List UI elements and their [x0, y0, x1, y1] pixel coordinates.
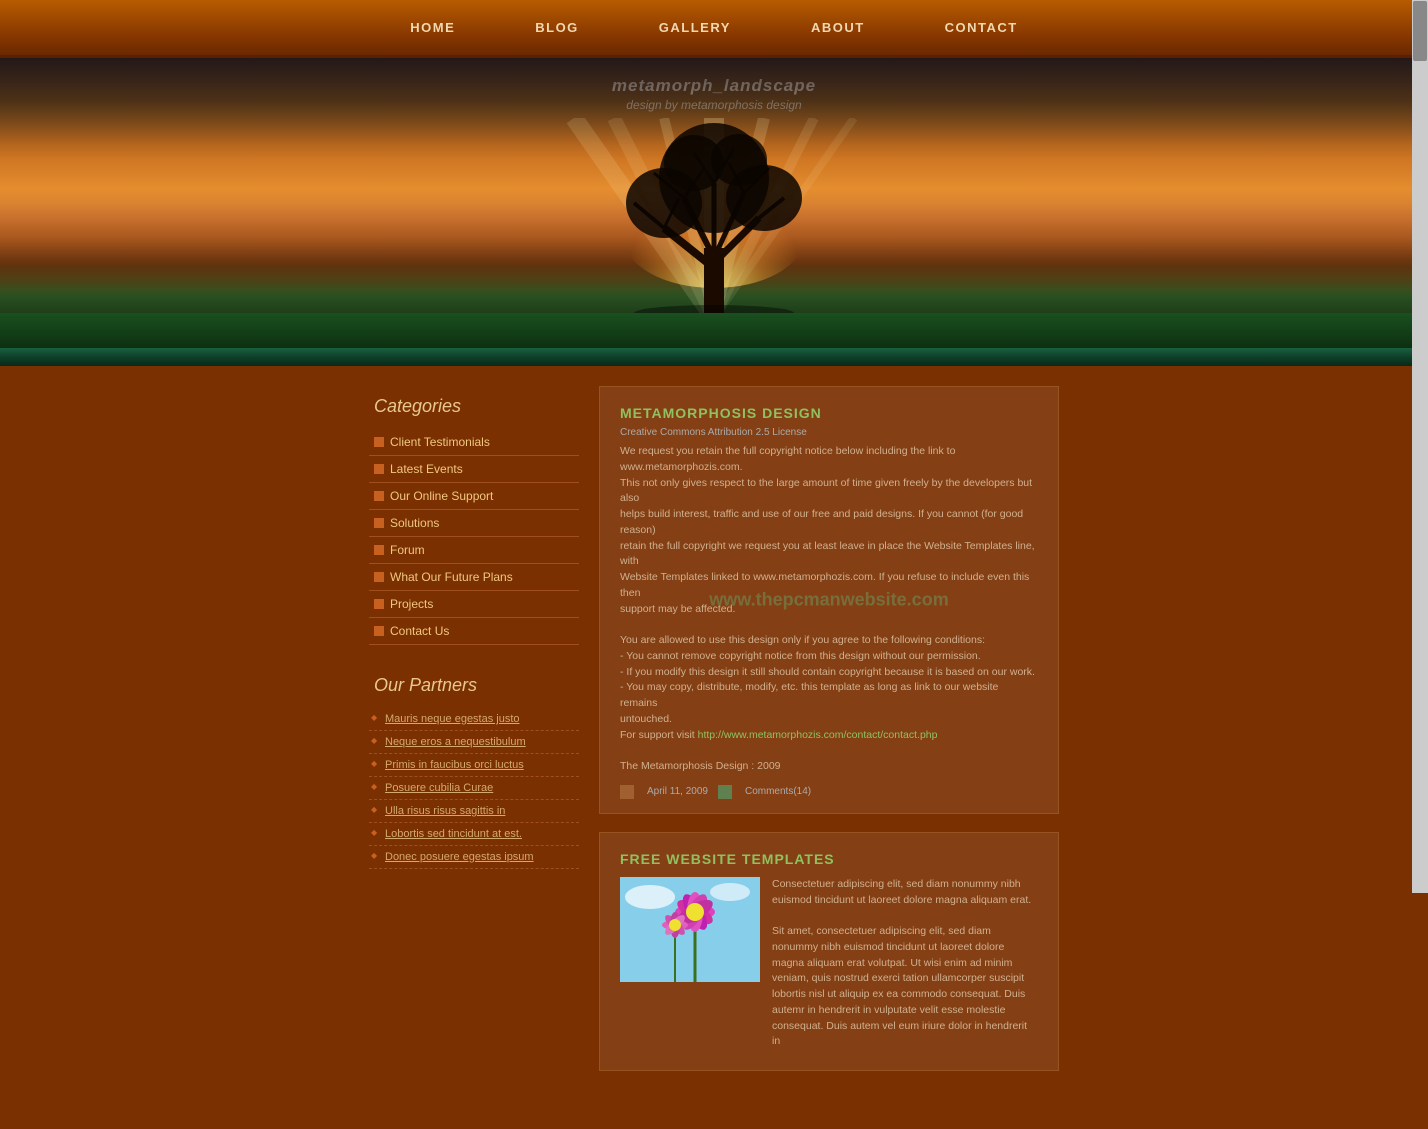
list-item[interactable]: Our Online Support: [369, 483, 579, 510]
nav-bar: HOME BLOG GALLERY ABOUT CONTACT: [0, 0, 1428, 58]
post-footer: April 11, 2009 Comments(14): [620, 785, 1038, 799]
list-item[interactable]: Lobortis sed tincidunt at est.: [369, 823, 579, 846]
partner-link[interactable]: Mauris neque egestas justo: [385, 713, 520, 725]
cc-text: Creative Commons Attribution 2.5 License: [620, 427, 807, 438]
categories-title: Categories: [369, 396, 579, 417]
tree-silhouette: [604, 118, 824, 318]
list-item[interactable]: Mauris neque egestas justo: [369, 708, 579, 731]
free-tpl-row: Consectetuer adipiscing elit, sed diam n…: [620, 877, 1038, 1056]
teal-separator: [0, 348, 1428, 366]
post-comments[interactable]: Comments(14): [745, 786, 811, 797]
nav-about[interactable]: ABOUT: [811, 20, 865, 35]
partners-list: Mauris neque egestas justo Neque eros a …: [369, 708, 579, 869]
post-date: April 11, 2009: [647, 786, 708, 797]
bullet-icon: [374, 626, 384, 636]
list-item[interactable]: Latest Events: [369, 456, 579, 483]
bullet-icon: [374, 491, 384, 501]
list-item[interactable]: Contact Us: [369, 618, 579, 645]
nav-gallery[interactable]: GALLERY: [659, 20, 731, 35]
scrollbar-track[interactable]: [1412, 0, 1428, 893]
ground-strip: [0, 313, 1428, 348]
free-tpl-text: Consectetuer adipiscing elit, sed diam n…: [772, 877, 1038, 1050]
nav-contact[interactable]: CONTACT: [945, 20, 1018, 35]
content-area: www.thepcmanwebsite.com METAMORPHOSIS DE…: [599, 386, 1059, 1089]
bullet-icon: [374, 572, 384, 582]
free-tpl-title: FREE WEBSITE TEMPLATES: [620, 851, 1038, 867]
list-item[interactable]: What Our Future Plans: [369, 564, 579, 591]
list-item[interactable]: Donec posuere egestas ipsum: [369, 846, 579, 869]
bullet-icon: [374, 437, 384, 447]
list-item[interactable]: Posuere cubilia Curae: [369, 777, 579, 800]
post-free-templates: FREE WEBSITE TEMPLATES: [599, 832, 1059, 1071]
sidebar: Categories Client Testimonials Latest Ev…: [369, 386, 579, 1089]
list-item[interactable]: Ulla risus risus sagittis in: [369, 800, 579, 823]
category-link[interactable]: Forum: [390, 543, 425, 557]
post-title-row: Creative Commons Attribution 2.5 License: [620, 427, 1038, 438]
post-metamorphosis: www.thepcmanwebsite.com METAMORPHOSIS DE…: [599, 386, 1059, 814]
category-link[interactable]: Client Testimonials: [390, 435, 490, 449]
post-body: We request you retain the full copyright…: [620, 444, 1038, 775]
categories-list: Client Testimonials Latest Events Our On…: [369, 429, 579, 645]
list-item[interactable]: Neque eros a nequestibulum: [369, 731, 579, 754]
list-item[interactable]: Primis in faucibus orci luctus: [369, 754, 579, 777]
partner-link[interactable]: Lobortis sed tincidunt at est.: [385, 828, 522, 840]
bullet-icon: [374, 545, 384, 555]
nav-blog[interactable]: BLOG: [535, 20, 579, 35]
partner-link[interactable]: Ulla risus risus sagittis in: [385, 805, 505, 817]
category-link[interactable]: Solutions: [390, 516, 439, 530]
category-link[interactable]: What Our Future Plans: [390, 570, 513, 584]
list-item[interactable]: Solutions: [369, 510, 579, 537]
category-link[interactable]: Projects: [390, 597, 433, 611]
banner: metamorph_landscape design by metamorpho…: [0, 58, 1428, 348]
partner-link[interactable]: Neque eros a nequestibulum: [385, 736, 526, 748]
partner-link[interactable]: Primis in faucibus orci luctus: [385, 759, 524, 771]
bullet-icon: [374, 518, 384, 528]
category-link[interactable]: Contact Us: [390, 624, 449, 638]
comments-icon: [718, 785, 732, 799]
support-link[interactable]: http://www.metamorphozis.com/contact/con…: [698, 729, 938, 741]
bullet-icon: [374, 599, 384, 609]
scrollbar-thumb[interactable]: [1413, 1, 1427, 61]
post-title: METAMORPHOSIS DESIGN: [620, 405, 1038, 421]
list-item[interactable]: Client Testimonials: [369, 429, 579, 456]
category-link[interactable]: Latest Events: [390, 462, 463, 476]
list-item[interactable]: Projects: [369, 591, 579, 618]
main-nav: HOME BLOG GALLERY ABOUT CONTACT: [410, 20, 1018, 35]
partners-title: Our Partners: [369, 675, 579, 696]
calendar-icon: [620, 785, 634, 799]
partner-link[interactable]: Donec posuere egestas ipsum: [385, 851, 534, 863]
nav-home[interactable]: HOME: [410, 20, 455, 35]
bullet-icon: [374, 464, 384, 474]
category-link[interactable]: Our Online Support: [390, 489, 493, 503]
partner-link[interactable]: Posuere cubilia Curae: [385, 782, 493, 794]
list-item[interactable]: Forum: [369, 537, 579, 564]
main-content: Categories Client Testimonials Latest Ev…: [0, 366, 1428, 1129]
